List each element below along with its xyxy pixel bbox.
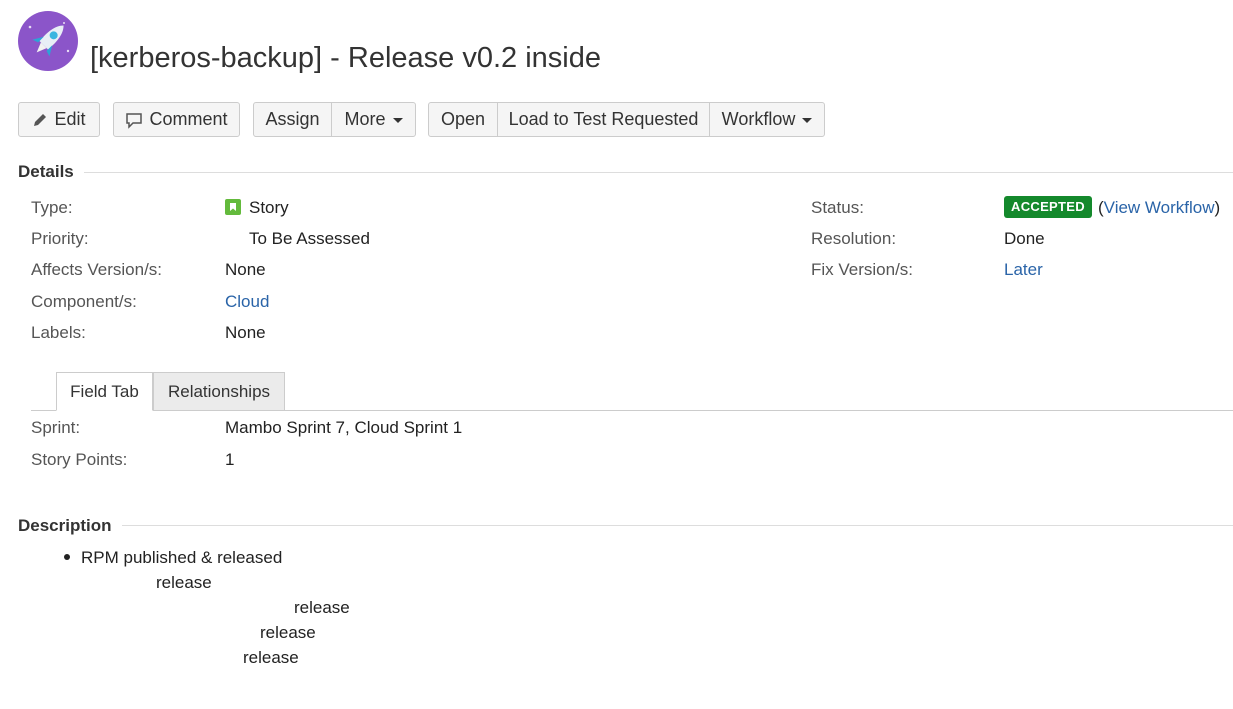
priority-label: Priority: <box>31 229 89 248</box>
fix-version-link-later[interactable]: Later <box>1004 260 1043 280</box>
assign-label: Assign <box>265 109 320 129</box>
edit-label: Edit <box>54 109 86 129</box>
chevron-down-icon <box>802 118 813 123</box>
priority-value: To Be Assessed <box>249 229 370 248</box>
load-to-test-label: Load to Test Requested <box>508 109 699 129</box>
project-avatar[interactable] <box>18 11 78 71</box>
fix-version-label: Fix Version/s: <box>811 260 914 279</box>
comment-icon <box>126 112 143 129</box>
type-value: Story <box>225 198 289 218</box>
labels-value: None <box>225 323 266 342</box>
more-label: More <box>344 109 386 129</box>
type-text: Story <box>249 198 289 217</box>
component-label: Component/s: <box>31 292 137 311</box>
page-title: [kerberos-backup] - Release v0.2 inside <box>90 42 601 74</box>
description-line: release <box>294 598 350 617</box>
more-button[interactable]: More <box>331 102 416 137</box>
bullet-point <box>64 554 70 560</box>
open-button[interactable]: Open <box>428 102 498 137</box>
tab-relationships[interactable]: Relationships <box>153 372 285 411</box>
assign-button[interactable]: Assign <box>253 102 332 137</box>
comment-button[interactable]: Comment <box>113 102 240 137</box>
status-label: Status: <box>811 198 864 217</box>
type-label: Type: <box>31 198 73 217</box>
view-workflow-link[interactable]: View Workflow <box>1104 198 1215 217</box>
open-label: Open <box>440 109 486 129</box>
resolution-label: Resolution: <box>811 229 897 248</box>
description-heading[interactable]: Description <box>18 516 112 536</box>
load-to-test-requested-button[interactable]: Load to Test Requested <box>497 102 710 137</box>
workflow-button[interactable]: Workflow <box>709 102 825 137</box>
pencil-icon <box>34 113 47 126</box>
sprint-label: Sprint: <box>31 418 81 437</box>
description-divider <box>122 525 1233 526</box>
edit-button[interactable]: Edit <box>18 102 100 137</box>
description-line: release <box>243 648 299 667</box>
status-badge: ACCEPTED <box>1004 196 1092 218</box>
component-link-cloud[interactable]: Cloud <box>225 292 269 312</box>
story-icon <box>225 199 241 215</box>
story-points-value: 1 <box>225 450 235 469</box>
affects-version-label: Affects Version/s: <box>31 260 163 279</box>
details-divider <box>84 172 1233 173</box>
affects-version-value: None <box>225 260 266 279</box>
workflow-label: Workflow <box>721 109 796 129</box>
comment-label: Comment <box>149 109 228 129</box>
resolution-value: Done <box>1004 229 1045 248</box>
description-line: release <box>156 573 212 592</box>
sprint-value: Mambo Sprint 7, Cloud Sprint 1 <box>225 418 463 437</box>
view-workflow: (View Workflow) <box>1098 198 1220 218</box>
paren-close: ) <box>1214 198 1221 217</box>
chevron-down-icon <box>392 118 403 123</box>
details-heading[interactable]: Details <box>18 162 74 182</box>
rocket-icon <box>28 22 70 57</box>
labels-label: Labels: <box>31 323 86 342</box>
description-line: release <box>260 623 316 642</box>
story-points-label: Story Points: <box>31 450 128 469</box>
description-line: RPM published & released <box>81 548 283 567</box>
tab-field-tab[interactable]: Field Tab <box>56 372 153 411</box>
